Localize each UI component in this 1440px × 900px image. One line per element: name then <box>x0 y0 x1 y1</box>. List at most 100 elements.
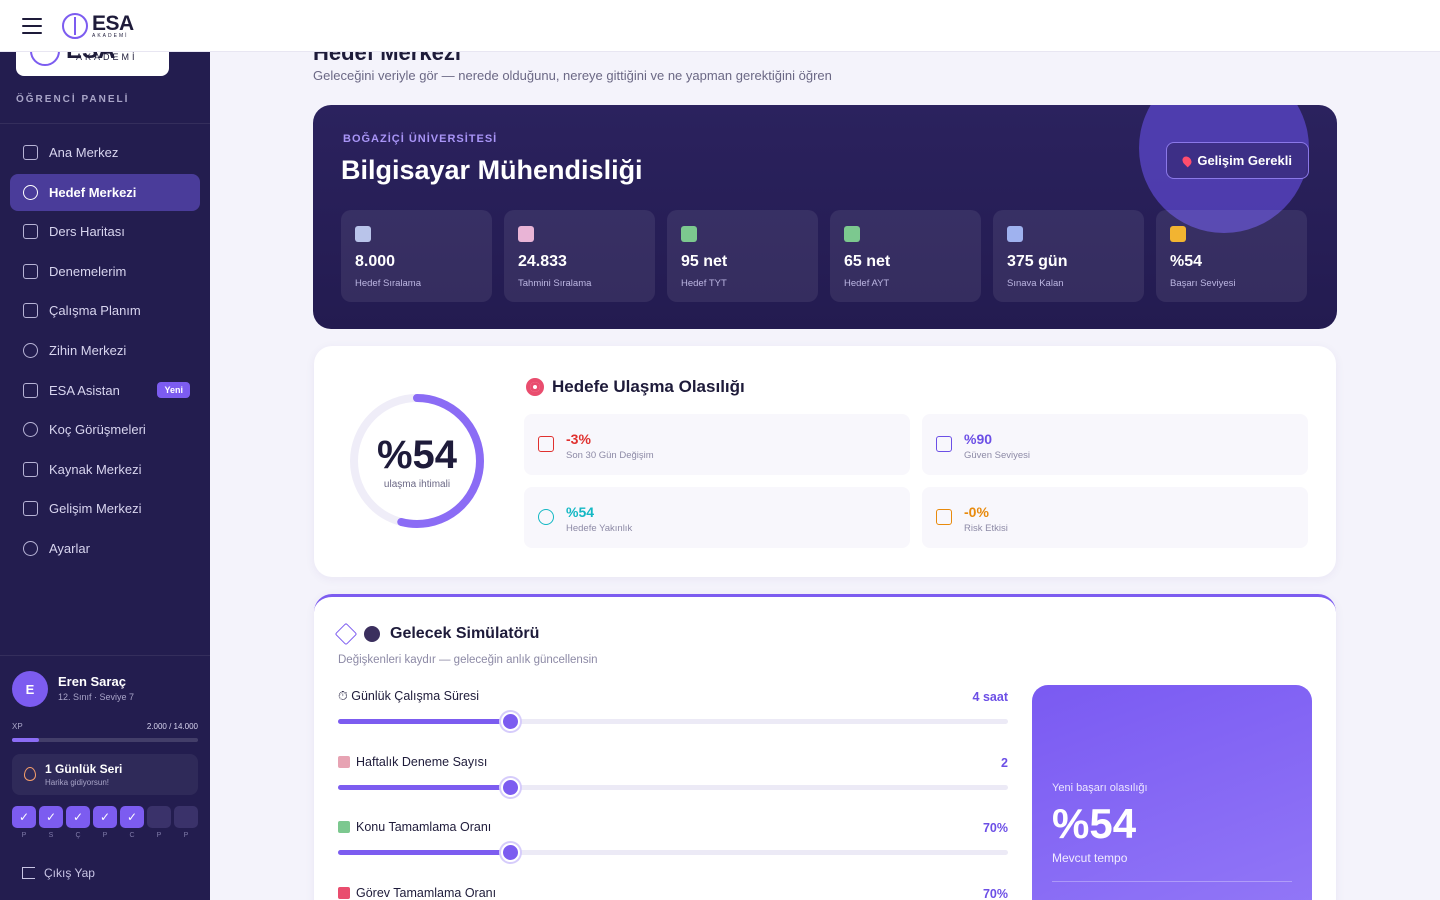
trend-down-icon <box>538 436 554 452</box>
book-open-icon <box>23 224 38 240</box>
sidebar-nav: Ana Merkez Hedef Merkezi Ders Haritası D… <box>10 134 200 570</box>
sidebar-item-ayarlar[interactable]: Ayarlar <box>10 530 200 567</box>
result-tempo: Mevcut tempo <box>1052 851 1128 865</box>
trophy-icon <box>1170 226 1186 242</box>
slider-track[interactable] <box>338 778 1008 797</box>
slider-emoji-icon <box>338 756 350 768</box>
probability-card: %54 ulaşma ihtimali Hedefe Ulaşma Olasıl… <box>314 346 1336 577</box>
streak-day-label: P <box>156 832 162 839</box>
sidebar-item-label: Gelişim Merkezi <box>49 501 142 517</box>
slider-thumb[interactable] <box>501 712 521 731</box>
department-name: Bilgisayar Mühendisliği <box>341 155 643 185</box>
metric-value: -3% <box>566 431 591 447</box>
brand-logo[interactable]: ESA AKADEMİ <box>62 11 134 39</box>
stat-value: 65 net <box>844 253 891 270</box>
library-icon <box>23 461 38 477</box>
sidebar-item-kaynak-merkezi[interactable]: Kaynak Merkezi <box>10 451 200 488</box>
simulator-title: Gelecek Simülatörü <box>334 622 540 646</box>
hamburger-menu-icon[interactable] <box>22 17 42 34</box>
sidebar-section-label: ÖĞRENCİ PANELİ <box>16 94 130 105</box>
slider-value: 2 <box>1001 756 1008 770</box>
slider-track[interactable] <box>338 843 1008 862</box>
sidebar-item-gelisim-merkezi[interactable]: Gelişim Merkezi <box>10 490 200 527</box>
streak-subtitle: Harika gidiyorsun! <box>45 778 110 787</box>
slider-label: Görev Tamamlama Oranı <box>338 886 496 900</box>
gear-icon <box>23 540 38 556</box>
books-icon <box>844 226 860 242</box>
streak-day: ✓ C <box>120 806 144 839</box>
streak-day-box <box>174 806 198 828</box>
logout-label: Çıkış Yap <box>44 866 95 880</box>
sidebar-item-hedef-merkezi[interactable]: Hedef Merkezi <box>10 173 200 211</box>
university-name: BOĞAZİÇİ ÜNİVERSİTESİ <box>343 133 498 145</box>
stat-value: 24.833 <box>518 253 567 270</box>
sidebar-item-label: Hedef Merkezi <box>49 184 137 200</box>
slider-thumb[interactable] <box>501 843 521 862</box>
sidebar-item-label: Denemelerim <box>49 263 127 279</box>
metric-value: -0% <box>964 504 989 520</box>
warning-icon <box>936 509 952 525</box>
new-badge: Yeni <box>157 382 190 399</box>
xp-progress-fill <box>12 738 39 742</box>
future-simulator-card: Gelecek Simülatörü Değişkenleri kaydır —… <box>314 594 1336 900</box>
streak-day-box: ✓ <box>12 806 36 828</box>
logout-button[interactable]: Çıkış Yap <box>22 866 95 880</box>
streak-day-box: ✓ <box>93 806 117 828</box>
hero-stats: 8.000 Hedef Sıralama 24.833 Tahmini Sıralam… <box>341 210 1307 302</box>
metric-label: Risk Etkisi <box>964 523 1008 534</box>
chart-up-icon <box>355 226 371 242</box>
stat-card: 95 net Hedef TYT <box>667 210 818 302</box>
streak-card: 1 Günlük Seri Harika gidiyorsun! <box>12 754 198 795</box>
metric-card: %90 Güven Seviyesi <box>922 414 1308 475</box>
streak-day-label: P <box>102 832 108 839</box>
sidebar-item-esa-asistan[interactable]: ESA Asistan Yeni <box>10 372 200 409</box>
top-bar: ESA AKADEMİ <box>0 0 1440 52</box>
user-meta: 12. Sınıf · Seviye 7 <box>58 692 135 702</box>
home-icon <box>23 145 38 160</box>
sidebar-item-label: Koç Görüşmeleri <box>49 422 146 438</box>
sidebar-item-denemelerim[interactable]: Denemelerim <box>10 253 200 290</box>
simulator-result-card: Yeni başarı olasılığı %54 Mevcut tempo <box>1032 685 1312 900</box>
simulator-title-text: Gelecek Simülatörü <box>390 625 540 642</box>
sidebar-logo[interactable]: ESA AKADEMİ <box>16 48 169 76</box>
slider-label-text: ⏱ Günlük Çalışma Süresi <box>338 689 480 703</box>
avatar[interactable]: E <box>12 671 48 707</box>
shield-icon <box>936 436 952 452</box>
dart-target-icon <box>526 378 544 396</box>
result-divider <box>1052 881 1292 882</box>
slider-thumb[interactable] <box>501 778 521 797</box>
sidebar-item-ders-haritasi[interactable]: Ders Haritası <box>10 213 200 250</box>
sidebar-item-zihin-merkezi[interactable]: Zihin Merkezi <box>10 332 200 369</box>
target-hero-card: BOĞAZİÇİ ÜNİVERSİTESİ Bilgisayar Mühendi… <box>313 105 1337 329</box>
metric-card: %54 Hedefe Yakınlık <box>524 487 910 548</box>
slider-fill <box>338 719 511 724</box>
sidebar: ESA AKADEMİ ÖĞRENCİ PANELİ Ana Merkez He… <box>0 48 210 900</box>
books-icon <box>681 226 697 242</box>
metric-value: %54 <box>566 504 595 520</box>
brand-name: ESA <box>92 11 134 35</box>
xp-label: XP <box>12 722 23 731</box>
stat-value: 95 net <box>681 253 728 270</box>
sidebar-item-koc-gorusmeleri[interactable]: Koç Görüşmeleri <box>10 411 200 448</box>
document-icon <box>23 263 38 279</box>
streak-day-box: ✓ <box>39 806 63 828</box>
probability-title-text: Hedefe Ulaşma Olasılığı <box>552 377 745 396</box>
simulator-slider-row: Haftalık Deneme Sayısı 2 <box>338 755 1008 805</box>
status-button[interactable]: Gelişim Gerekli <box>1166 142 1309 179</box>
logout-icon <box>22 867 35 879</box>
slider-track[interactable] <box>338 712 1008 731</box>
stat-label: Sınava Kalan <box>1007 278 1064 289</box>
sidebar-item-label: Çalışma Planım <box>49 303 141 319</box>
brain-logo-icon <box>62 12 88 39</box>
metric-label: Son 30 Gün Değişim <box>566 450 654 461</box>
simulator-subtitle: Değişkenleri kaydır — geleceğin anlık gü… <box>338 654 598 666</box>
stat-card: %54 Başarı Seviyesi <box>1156 210 1307 302</box>
sidebar-item-ana-merkez[interactable]: Ana Merkez <box>10 134 200 171</box>
streak-day-box: ✓ <box>66 806 90 828</box>
metric-value: %90 <box>964 431 993 447</box>
simulator-slider-row: Konu Tamamlama Oranı 70% <box>338 820 1008 870</box>
sidebar-item-calisma-planim[interactable]: Çalışma Planım <box>10 292 200 329</box>
probability-metrics: -3% Son 30 Gün Değişim %90 Güven Seviyesi %5… <box>524 414 1308 548</box>
stat-value: 375 gün <box>1007 253 1068 270</box>
sidebar-item-label: Ayarlar <box>49 540 90 556</box>
